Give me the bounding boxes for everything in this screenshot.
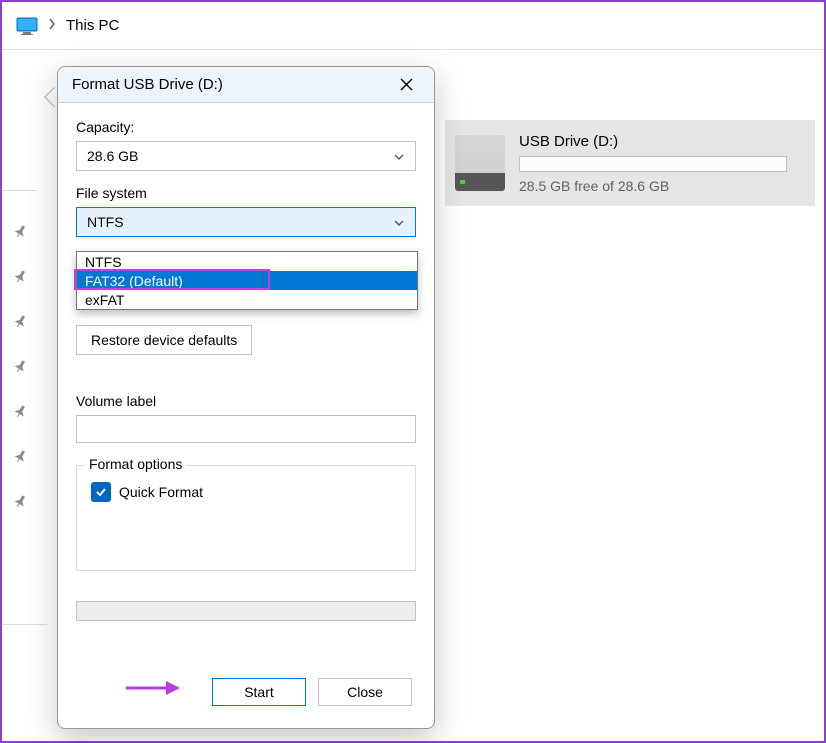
breadcrumb-location[interactable]: This PC (66, 17, 119, 34)
restore-defaults-button[interactable]: Restore device defaults (76, 325, 252, 355)
chevron-down-icon (393, 216, 405, 228)
pin-icon (9, 402, 38, 429)
quick-format-label: Quick Format (119, 484, 203, 500)
volume-label-caption: Volume label (76, 393, 416, 409)
check-icon (94, 485, 108, 499)
drive-info: USB Drive (D:) 28.5 GB free of 28.6 GB (519, 133, 805, 194)
drive-tile[interactable]: USB Drive (D:) 28.5 GB free of 28.6 GB (445, 120, 815, 206)
pin-icon (9, 312, 38, 339)
filesystem-option-exfat[interactable]: exFAT (77, 290, 417, 309)
pin-icon (9, 222, 38, 249)
quick-format-checkbox[interactable] (91, 482, 111, 502)
breadcrumb: This PC (2, 2, 824, 50)
filesystem-label: File system (76, 185, 416, 201)
close-footer-button[interactable]: Close (318, 678, 412, 706)
filesystem-selected: NTFS (87, 214, 124, 230)
this-pc-icon (16, 17, 38, 35)
dialog-body: Capacity: 28.6 GB File system NTFS NTFS … (58, 103, 434, 660)
volume-label-input[interactable] (76, 415, 416, 443)
sidebar-divider (2, 190, 37, 191)
format-progress-bar (76, 601, 416, 621)
chevron-down-icon (393, 150, 405, 162)
drive-free-text: 28.5 GB free of 28.6 GB (519, 178, 805, 194)
close-button[interactable] (392, 71, 420, 99)
pin-icon (9, 447, 38, 474)
filesystem-option-fat32[interactable]: FAT32 (Default) (77, 271, 417, 290)
arrow-annotation-icon (124, 678, 182, 698)
filesystem-dropdown: NTFS FAT32 (Default) exFAT (76, 251, 418, 310)
drive-name: USB Drive (D:) (519, 133, 805, 150)
format-dialog: Format USB Drive (D:) Capacity: 28.6 GB … (57, 66, 435, 729)
drive-icon (455, 135, 505, 191)
start-button[interactable]: Start (212, 678, 306, 706)
dialog-title: Format USB Drive (D:) (72, 76, 223, 93)
quick-format-row[interactable]: Quick Format (91, 482, 401, 502)
pin-icon (9, 492, 38, 519)
filesystem-select[interactable]: NTFS (76, 207, 416, 237)
pin-icon (9, 267, 38, 294)
pin-icon (9, 357, 38, 384)
format-options-group: Format options Quick Format (76, 465, 416, 571)
sidebar-pins (12, 227, 36, 514)
dialog-footer: Start Close (58, 660, 434, 728)
filesystem-option-ntfs[interactable]: NTFS (77, 252, 417, 271)
dialog-header: Format USB Drive (D:) (58, 67, 434, 103)
close-icon (400, 78, 413, 91)
capacity-select[interactable]: 28.6 GB (76, 141, 416, 171)
format-options-title: Format options (85, 456, 186, 472)
sidebar-divider-bottom (2, 624, 47, 625)
chevron-right-icon (48, 18, 56, 33)
capacity-value: 28.6 GB (87, 148, 138, 164)
capacity-label: Capacity: (76, 119, 416, 135)
drive-usage-bar (519, 156, 787, 172)
